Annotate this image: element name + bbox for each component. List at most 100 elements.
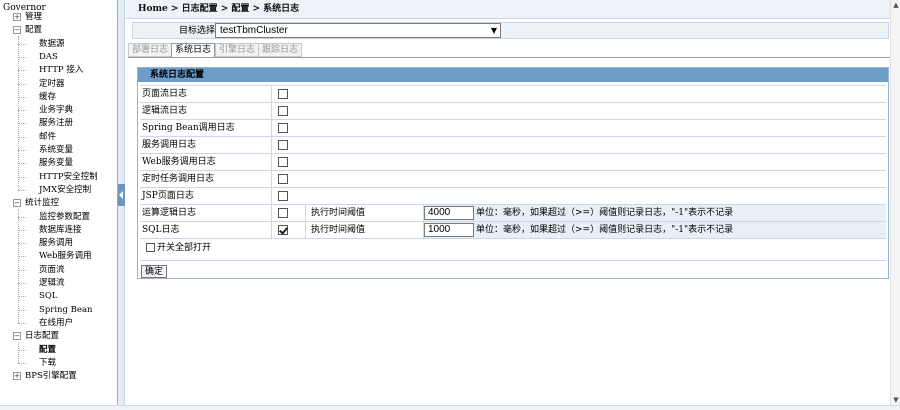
- tree-item[interactable]: 页面流: [18, 264, 65, 276]
- toggle-all-checkbox[interactable]: [146, 243, 155, 252]
- tree-item-label: JMX安全控制: [39, 185, 92, 195]
- log-row-jsp-page: JSP页面日志: [140, 187, 886, 204]
- log-row-label: 页面流日志: [142, 89, 188, 99]
- tree-item-label: DAS: [39, 52, 58, 62]
- tree-item-label: 邮件: [39, 132, 57, 142]
- scheduled-task-log-checkbox[interactable]: [278, 174, 288, 184]
- scroll-down-arrow-icon[interactable]: ▼: [892, 396, 900, 404]
- tree-item[interactable]: − 配置: [13, 24, 42, 36]
- tree-item[interactable]: 定时器: [18, 78, 65, 90]
- navigation-tree: Governor + 管理 − 配置 数据源 DAS HTTP 接入 定时器 缓存 业务字典 服务注…: [0, 0, 118, 405]
- jsp-page-log-checkbox[interactable]: [278, 191, 288, 201]
- tree-item-label: 下载: [39, 358, 57, 368]
- target-select-label: 目标选择:: [179, 26, 219, 36]
- tree-item-label: 配置: [25, 25, 43, 35]
- scroll-up-arrow-icon[interactable]: ▲: [892, 1, 900, 9]
- tree-item-label: 数据源: [39, 39, 65, 49]
- system-log-config-panel: 系统日志配置 页面流日志 逻辑流日志 Spring Bean调用日志 服务调用日…: [137, 67, 889, 279]
- log-row-label: 服务调用日志: [142, 140, 197, 150]
- tree-item-label: 业务字典: [39, 105, 74, 115]
- tab-trace-log[interactable]: 跟踪日志: [258, 43, 303, 57]
- tree-item[interactable]: JMX安全控制: [18, 184, 92, 196]
- log-row-label: 定时任务调用日志: [142, 174, 215, 184]
- tree-item-label: 日志配置: [25, 331, 60, 341]
- tree-item[interactable]: SQL: [18, 290, 58, 302]
- expand-icon[interactable]: +: [13, 13, 21, 21]
- log-row-operation-logic: 运算逻辑日志 执行时间阈值 4000 单位：毫秒，如果超过（>=）阈值则记录日志…: [140, 204, 886, 221]
- tab-divider: [128, 57, 900, 58]
- tree-item[interactable]: + 管理: [13, 11, 42, 23]
- tree-item[interactable]: + BPS引擎配置: [13, 370, 77, 382]
- tree-item-label: Spring Bean: [39, 305, 93, 315]
- tree-item-label: 缓存: [39, 92, 57, 102]
- log-row-label: Spring Bean调用日志: [142, 123, 235, 133]
- tree-item[interactable]: 系统变量: [18, 144, 74, 156]
- chevron-down-icon[interactable]: ▼: [491, 26, 497, 36]
- tree-item[interactable]: Spring Bean: [18, 304, 93, 316]
- sql-threshold-input[interactable]: 1000: [424, 223, 474, 237]
- tab-system-log[interactable]: 系统日志: [171, 43, 216, 58]
- log-row-label: 逻辑流日志: [142, 106, 188, 116]
- spring-bean-log-checkbox[interactable]: [278, 123, 288, 133]
- tree-item-label: 统计监控: [25, 198, 60, 208]
- log-row-web-service: Web服务调用日志: [140, 153, 886, 170]
- threshold-note: 单位：毫秒，如果超过（>=）阈值则记录日志，"-1"表示不记录: [476, 208, 734, 218]
- tree-item[interactable]: 监控参数配置: [18, 211, 91, 223]
- threshold-label: 执行时间阈值: [311, 225, 366, 235]
- tree-item-label: 服务注册: [39, 118, 74, 128]
- target-select-dropdown[interactable]: testTbmCluster ▼: [215, 23, 501, 38]
- tree-item-label: HTTP 接入: [39, 65, 84, 75]
- tree-item[interactable]: 缓存: [18, 91, 57, 103]
- vertical-scrollbar[interactable]: ▲ ▼: [890, 0, 900, 405]
- tree-item-label: HTTP安全控制: [39, 172, 98, 182]
- tree-item[interactable]: 服务变量: [18, 157, 73, 169]
- operation-logic-log-checkbox[interactable]: [278, 208, 288, 218]
- tree-item[interactable]: HTTP安全控制: [18, 171, 98, 183]
- status-strip: [0, 405, 900, 410]
- tree-item[interactable]: 数据库连接: [18, 224, 82, 236]
- tree-item-label: 在线用户: [39, 318, 74, 328]
- tree-item[interactable]: − 统计监控: [13, 197, 59, 209]
- tree-item[interactable]: DAS: [18, 51, 58, 63]
- tree-item[interactable]: 邮件: [18, 131, 57, 143]
- tree-item-label: 页面流: [39, 265, 65, 275]
- expand-icon[interactable]: +: [13, 372, 21, 380]
- tree-item[interactable]: Web服务调用: [18, 250, 92, 262]
- tree-item-label: 系统变量: [39, 145, 74, 155]
- tree-item[interactable]: 配置: [18, 344, 57, 356]
- collapse-icon[interactable]: −: [13, 26, 21, 34]
- tree-item-label: 配置: [39, 345, 57, 355]
- target-select-row: 目标选择: testTbmCluster ▼: [132, 22, 889, 39]
- tree-item[interactable]: 数据源: [18, 38, 65, 50]
- log-row-label: Web服务调用日志: [142, 157, 216, 167]
- tab-engine-log[interactable]: 引擎日志: [215, 43, 260, 57]
- toggle-all-label[interactable]: 开关全部打开: [157, 240, 211, 256]
- tree-item[interactable]: 服务注册: [18, 117, 74, 129]
- tree-item[interactable]: 下载: [18, 357, 57, 369]
- tree-item[interactable]: HTTP 接入: [18, 64, 84, 76]
- tree-item-label: 服务调用: [39, 238, 74, 248]
- collapse-icon[interactable]: −: [13, 332, 21, 340]
- service-call-log-checkbox[interactable]: [278, 140, 288, 150]
- tree-item[interactable]: 在线用户: [18, 317, 74, 329]
- tree-item[interactable]: − 日志配置: [13, 330, 59, 342]
- log-row-service-call: 服务调用日志: [140, 136, 886, 153]
- tree-item-label: 监控参数配置: [39, 212, 91, 222]
- tree-item[interactable]: 业务字典: [18, 104, 74, 116]
- web-service-log-checkbox[interactable]: [278, 157, 288, 167]
- tree-item-label: 数据库连接: [39, 225, 82, 235]
- tree-item[interactable]: 服务调用: [18, 237, 74, 249]
- sql-log-checkbox[interactable]: [278, 225, 288, 235]
- tree-item-label: SQL: [39, 291, 58, 301]
- log-row-logic-flow: 逻辑流日志: [140, 102, 886, 119]
- tree-item[interactable]: 逻辑流: [18, 277, 65, 289]
- logic-flow-log-checkbox[interactable]: [278, 106, 288, 116]
- operation-logic-threshold-input[interactable]: 4000: [424, 206, 474, 220]
- collapse-arrow-icon[interactable]: [118, 184, 125, 206]
- tree-item-label: 逻辑流: [39, 278, 65, 288]
- tab-deploy-log[interactable]: 部署日志: [128, 43, 173, 57]
- breadcrumb: Home > 日志配置 > 配置 > 系统日志: [126, 0, 900, 19]
- confirm-button[interactable]: 确定: [141, 265, 168, 278]
- collapse-icon[interactable]: −: [13, 199, 21, 207]
- page-flow-log-checkbox[interactable]: [278, 89, 288, 99]
